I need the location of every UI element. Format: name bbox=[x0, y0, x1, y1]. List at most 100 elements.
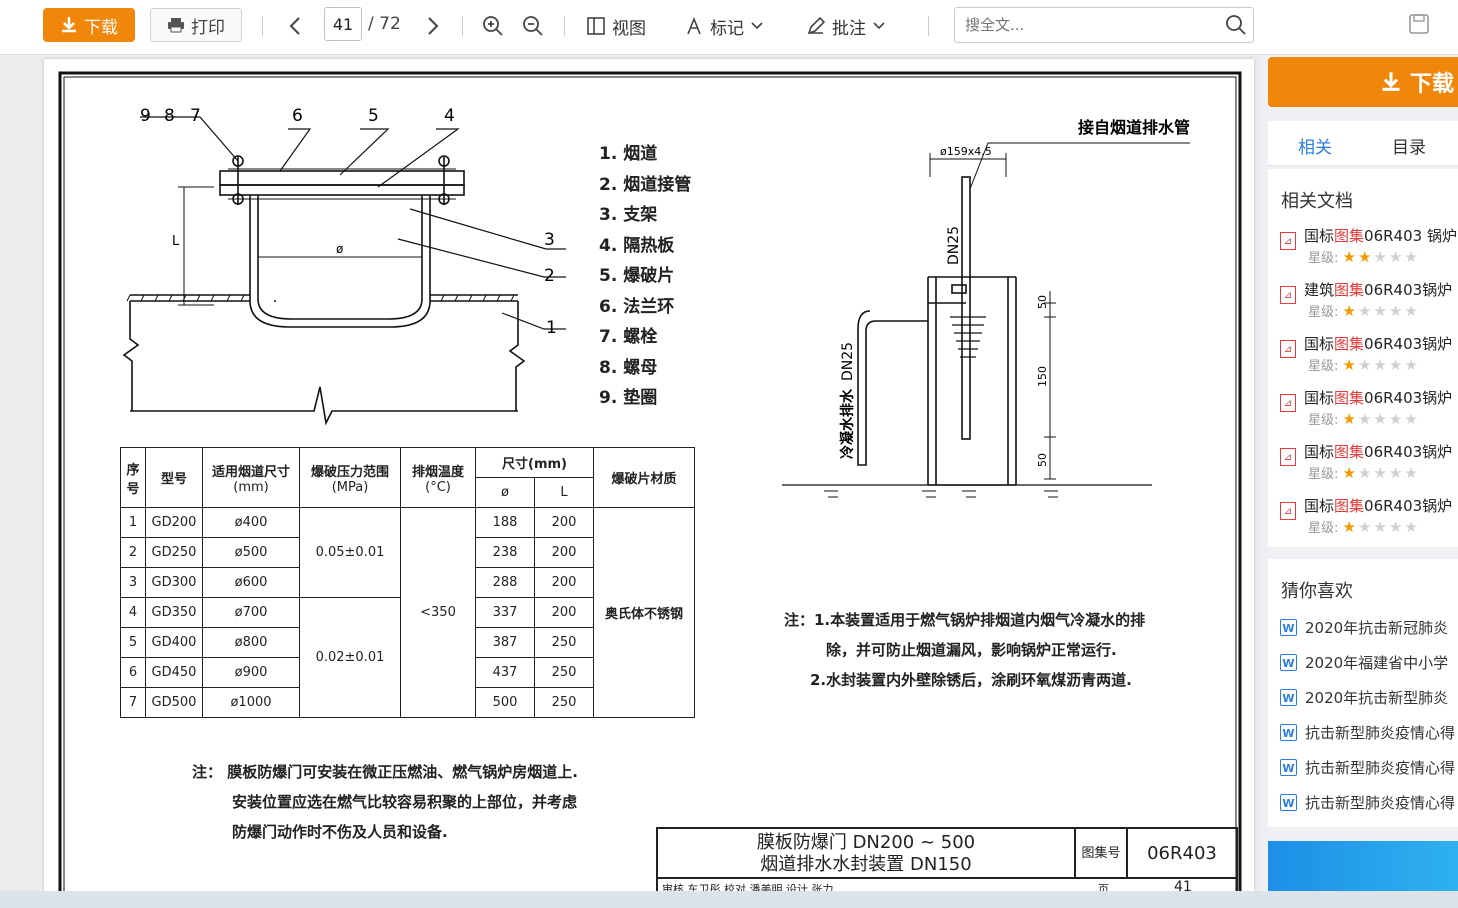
fig1-callout-7: 7 bbox=[190, 106, 201, 126]
search-input[interactable] bbox=[954, 7, 1254, 43]
temperature-cell: <350 bbox=[400, 507, 476, 718]
atlas-label: 图集号 bbox=[1076, 829, 1128, 879]
table-row: 1 GD200 ø400 0.05±0.01 <350 188 200 奥氏体不锈钢 bbox=[120, 507, 695, 718]
note-right: 注：1.本装置适用于燃气锅炉排烟道内烟气冷凝水的排 除，并可防止烟道漏风，影响锅… bbox=[784, 611, 1146, 689]
fig1-dim-phi: ø bbox=[336, 242, 343, 256]
page-total: / 72 bbox=[368, 14, 401, 34]
recommended-doc-title: 2020年抗击新冠肺炎 bbox=[1305, 619, 1449, 637]
legend-item: 3. 支架 bbox=[599, 205, 658, 225]
view-menu-button[interactable]: 视图 bbox=[586, 12, 646, 40]
legend-item: 4. 隔热板 bbox=[599, 235, 675, 256]
taskbar bbox=[0, 891, 1458, 908]
zoom-out-button[interactable] bbox=[520, 12, 546, 40]
pdf-icon: ⊿ bbox=[1280, 448, 1296, 466]
title-block: 膜板防爆门 DN200 ~ 500 烟道排水水封装置 DN150 图集号 06R… bbox=[656, 827, 1238, 891]
download-icon bbox=[62, 17, 76, 33]
rating-label: 星级: bbox=[1308, 359, 1339, 374]
col-header-temp: 排烟温度 (°C) bbox=[400, 447, 476, 508]
star-rating-icon: ★★★★★ bbox=[1342, 410, 1420, 428]
rating: 星级: ★★★★★ bbox=[1308, 301, 1420, 320]
search-icon[interactable] bbox=[1225, 14, 1247, 36]
rating-label: 星级: bbox=[1308, 413, 1339, 428]
toolbar: 下载 打印 / 72 视图 标记 批注 bbox=[0, 0, 1458, 55]
guess-panel: 猜你喜欢 W 2020年抗击新冠肺炎 W 2020年福建省中小学 W 2020年抗击新型肺… bbox=[1268, 559, 1458, 827]
legend-item: 9. 垫圈 bbox=[599, 388, 658, 408]
material-cell: 奥氏体不锈钢 bbox=[593, 507, 695, 718]
prev-page-button[interactable] bbox=[282, 12, 308, 40]
pdf-icon: ⊿ bbox=[1280, 394, 1296, 412]
col-header-model: 型号 bbox=[145, 447, 203, 508]
next-page-button[interactable] bbox=[420, 12, 446, 40]
tab-toc[interactable]: 目录 bbox=[1392, 133, 1426, 158]
rating-label: 星级: bbox=[1308, 251, 1339, 266]
mark-menu-button[interactable]: 标记 bbox=[684, 12, 764, 40]
printer-icon bbox=[168, 18, 184, 33]
fig1-dim-l: L bbox=[172, 234, 180, 249]
fig2-dim-50b: 50 bbox=[1036, 453, 1049, 467]
recommended-doc-link[interactable]: W 2020年福建省中小学 bbox=[1280, 652, 1458, 673]
star-rating-icon: ★★★★★ bbox=[1342, 302, 1420, 320]
chevron-left-icon bbox=[289, 17, 300, 35]
recommended-doc-title: 抗击新型肺炎疫情心得 bbox=[1305, 794, 1456, 812]
tab-related[interactable]: 相关 bbox=[1298, 133, 1332, 158]
word-doc-icon: W bbox=[1280, 794, 1297, 811]
word-doc-icon: W bbox=[1280, 689, 1297, 706]
related-title: 相关文档 bbox=[1281, 191, 1353, 212]
star-rating-icon: ★★★★★ bbox=[1342, 248, 1420, 266]
recommended-doc-link[interactable]: W 抗击新型肺炎疫情心得 bbox=[1280, 757, 1458, 778]
legend-item: 2. 烟道接管 bbox=[599, 174, 692, 195]
recommended-doc-link[interactable]: W 抗击新型肺炎疫情心得 bbox=[1280, 722, 1458, 743]
mark-label: 标记 bbox=[710, 18, 744, 39]
fig1-callout-6: 6 bbox=[292, 106, 303, 126]
legend-item: 7. 螺栓 bbox=[599, 327, 658, 347]
col-header-material: 爆破片材质 bbox=[593, 447, 695, 508]
page-number-cell: 41 bbox=[1174, 879, 1192, 891]
print-label: 打印 bbox=[191, 17, 225, 38]
recommended-doc-link[interactable]: W 2020年抗击新冠肺炎 bbox=[1280, 617, 1458, 638]
download-icon bbox=[1382, 72, 1400, 91]
zoom-in-button[interactable] bbox=[480, 12, 506, 40]
page-label: 页 bbox=[1098, 883, 1109, 891]
save-icon[interactable] bbox=[1408, 13, 1430, 35]
sidebar-tabs: 相关 目录 bbox=[1268, 121, 1458, 166]
annotate-menu-button[interactable]: 批注 bbox=[806, 12, 886, 40]
pdf-icon: ⊿ bbox=[1280, 502, 1296, 520]
word-doc-icon: W bbox=[1280, 724, 1297, 741]
star-rating-icon: ★★★★★ bbox=[1342, 464, 1420, 482]
related-panel: 相关文档 ⊿ 国标图集06R403 锅炉 星级: ★★★★★ ⊿ 建筑图集06R403锅… bbox=[1268, 169, 1458, 547]
spec-table: 序号 型号 适用烟道尺寸 (mm) 爆破压力范围 (MPa) 排烟温度 (°C) 尺寸… bbox=[120, 447, 695, 718]
related-doc-title: 国标图集06R403锅炉 bbox=[1304, 443, 1453, 461]
recommended-doc-link[interactable]: W 2020年抗击新型肺炎 bbox=[1280, 687, 1458, 708]
rating-label: 星级: bbox=[1308, 467, 1339, 482]
legend-item: 1. 烟道 bbox=[599, 144, 658, 164]
col-header-index: 序号 bbox=[120, 447, 146, 508]
col-header-size: 适用烟道尺寸 (mm) bbox=[202, 447, 300, 508]
recommended-doc-title: 抗击新型肺炎疫情心得 bbox=[1305, 724, 1456, 742]
annotate-label: 批注 bbox=[832, 18, 866, 39]
related-doc-title: 国标图集06R403锅炉 bbox=[1304, 335, 1453, 353]
divider bbox=[462, 16, 463, 36]
print-button[interactable]: 打印 bbox=[150, 8, 242, 42]
chevron-down-icon bbox=[873, 22, 885, 30]
ad-banner[interactable] bbox=[1268, 841, 1458, 891]
rating: 星级: ★★★★★ bbox=[1308, 409, 1420, 428]
word-doc-icon: W bbox=[1280, 759, 1297, 776]
pressure-cell: 0.02±0.01 bbox=[299, 597, 401, 718]
recommended-doc-link[interactable]: W 抗击新型肺炎疫情心得 bbox=[1280, 792, 1458, 813]
document-viewport[interactable]: 9 8 7 6 5 4 3 2 1 L ø 接自烟道排水管 ø159x4.5 D… bbox=[0, 55, 1260, 891]
col-header-pressure: 爆破压力范围 (MPa) bbox=[299, 447, 401, 508]
col-header-l: L bbox=[534, 477, 594, 508]
pdf-icon: ⊿ bbox=[1280, 286, 1296, 304]
atlas-number: 06R403 bbox=[1128, 829, 1236, 879]
rating-label: 星级: bbox=[1308, 521, 1339, 536]
fig2-dn25-b: DN25 bbox=[840, 342, 856, 381]
rating: 星级: ★★★★★ bbox=[1308, 463, 1420, 482]
sidebar-download-button[interactable]: 下载 bbox=[1268, 57, 1458, 107]
legend-item: 8. 螺母 bbox=[599, 357, 658, 378]
document-page: 9 8 7 6 5 4 3 2 1 L ø 接自烟道排水管 ø159x4.5 D… bbox=[44, 59, 1254, 891]
word-doc-icon: W bbox=[1280, 619, 1297, 636]
page-number-input[interactable] bbox=[324, 7, 362, 41]
highlighter-icon bbox=[687, 16, 701, 35]
download-button[interactable]: 下载 bbox=[43, 8, 135, 42]
parts-legend: 1. 烟道 2. 烟道接管 3. 支架 4. 隔热板 5. 爆破片 6. 法兰环… bbox=[599, 139, 691, 414]
